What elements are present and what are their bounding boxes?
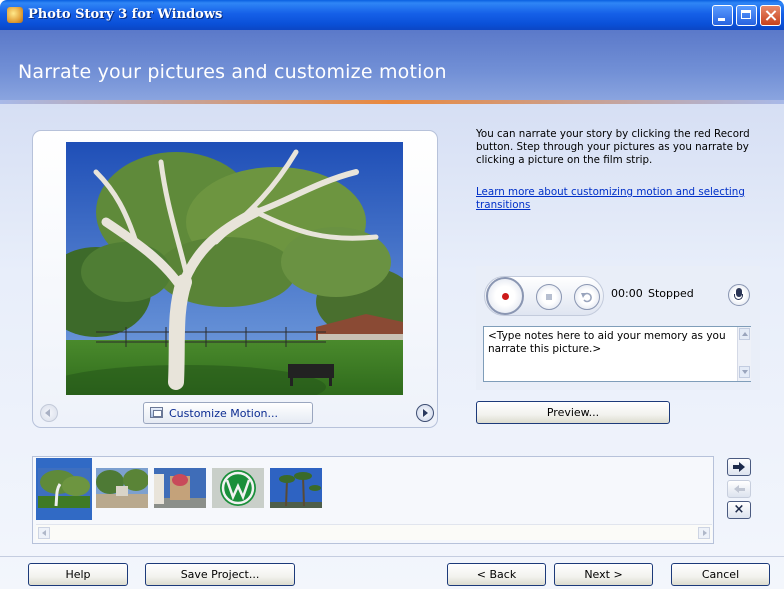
narration-notes-field[interactable]: <Type notes here to aid your memory as y… (483, 326, 751, 382)
notes-placeholder: <Type notes here to aid your memory as y… (488, 330, 726, 355)
scroll-right-icon[interactable] (698, 527, 710, 539)
filmstrip-thumbnail-selected[interactable] (36, 458, 92, 520)
remove-picture-button[interactable]: × (727, 501, 751, 519)
customize-motion-icon (150, 407, 163, 418)
current-picture (66, 142, 403, 395)
footer-separator (0, 556, 784, 557)
page-title: Narrate your pictures and customize moti… (18, 61, 447, 83)
filmstrip-thumbnail[interactable] (94, 458, 150, 520)
thumbnail-fountain-plaza (96, 468, 148, 508)
app-icon[interactable] (7, 7, 23, 23)
undo-recording-button[interactable] (574, 284, 600, 310)
instructions-text: You can narrate your story by clicking t… (476, 128, 750, 166)
remove-icon: × (733, 502, 745, 517)
help-button[interactable]: Help (28, 563, 128, 586)
record-narration-button[interactable] (486, 277, 524, 315)
window-title: Photo Story 3 for Windows (28, 7, 223, 22)
narration-timer: 00:00 (611, 287, 643, 300)
next-button[interactable]: Next > (554, 563, 653, 586)
undo-icon (581, 292, 592, 303)
filmstrip-thumbnails (36, 458, 712, 520)
close-button[interactable] (760, 5, 781, 26)
scroll-up-icon[interactable] (739, 328, 750, 340)
microphone-icon[interactable] (728, 284, 750, 306)
move-picture-left-button[interactable] (727, 480, 751, 498)
minimize-button[interactable] (712, 5, 733, 26)
customize-motion-label: Customize Motion... (169, 407, 279, 420)
notes-scrollbar[interactable] (737, 327, 751, 381)
preview-button[interactable]: Preview... (476, 401, 670, 424)
filmstrip-scrollbar[interactable] (36, 524, 712, 540)
move-picture-right-button[interactable] (727, 458, 751, 476)
save-project-button[interactable]: Save Project... (145, 563, 295, 586)
next-picture-button[interactable] (416, 404, 434, 422)
recording-status: Stopped (648, 287, 694, 300)
stop-recording-button[interactable] (536, 284, 562, 310)
filmstrip-thumbnail[interactable] (210, 458, 266, 520)
learn-more-link[interactable]: Learn more about customizing motion and … (476, 186, 756, 212)
thumbnail-palm-trees (270, 468, 322, 508)
thumbnail-volkswagen-logo (212, 468, 264, 508)
filmstrip-thumbnail[interactable] (152, 458, 208, 520)
filmstrip-thumbnail[interactable] (268, 458, 324, 520)
back-button[interactable]: < Back (447, 563, 546, 586)
scroll-down-icon[interactable] (739, 366, 750, 378)
maximize-button[interactable] (736, 5, 757, 26)
thumbnail-ornate-statue (154, 468, 206, 508)
previous-picture-button[interactable] (40, 404, 58, 422)
cancel-button[interactable]: Cancel (671, 563, 770, 586)
scroll-left-icon[interactable] (38, 527, 50, 539)
customize-motion-button[interactable]: Customize Motion... (143, 402, 313, 424)
thumbnail-tree-park (38, 468, 90, 508)
